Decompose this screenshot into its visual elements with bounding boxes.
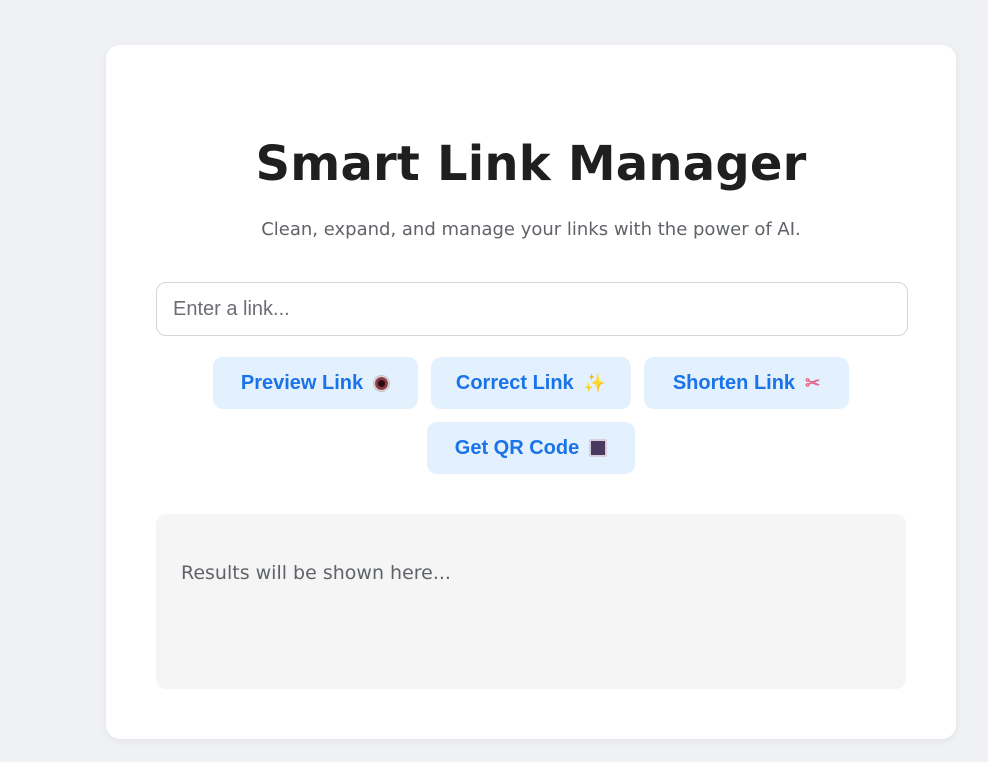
page-title: Smart Link Manager xyxy=(255,136,807,192)
correct-link-label: Correct Link xyxy=(455,371,574,394)
sparkle-icon: ✨ xyxy=(583,373,607,393)
correct-link-button[interactable]: Correct Link ✨ xyxy=(431,357,631,409)
eye-icon xyxy=(373,374,391,392)
shorten-link-button[interactable]: Shorten Link ✂ xyxy=(644,357,849,409)
shorten-link-label: Shorten Link xyxy=(672,371,796,394)
preview-link-button[interactable]: Preview Link xyxy=(213,357,418,409)
qr-square-icon xyxy=(589,439,608,457)
get-qr-code-button[interactable]: Get QR Code xyxy=(427,422,635,474)
page-subtitle: Clean, expand, and manage your links wit… xyxy=(261,219,801,240)
get-qr-code-label: Get QR Code xyxy=(454,436,580,459)
preview-link-label: Preview Link xyxy=(240,371,364,394)
scissors-icon: ✂ xyxy=(805,373,821,393)
results-placeholder: Results will be shown here... xyxy=(181,562,451,584)
results-panel: Results will be shown here... xyxy=(156,514,906,689)
main-card: Smart Link Manager Clean, expand, and ma… xyxy=(106,45,956,739)
link-input[interactable] xyxy=(156,282,908,336)
